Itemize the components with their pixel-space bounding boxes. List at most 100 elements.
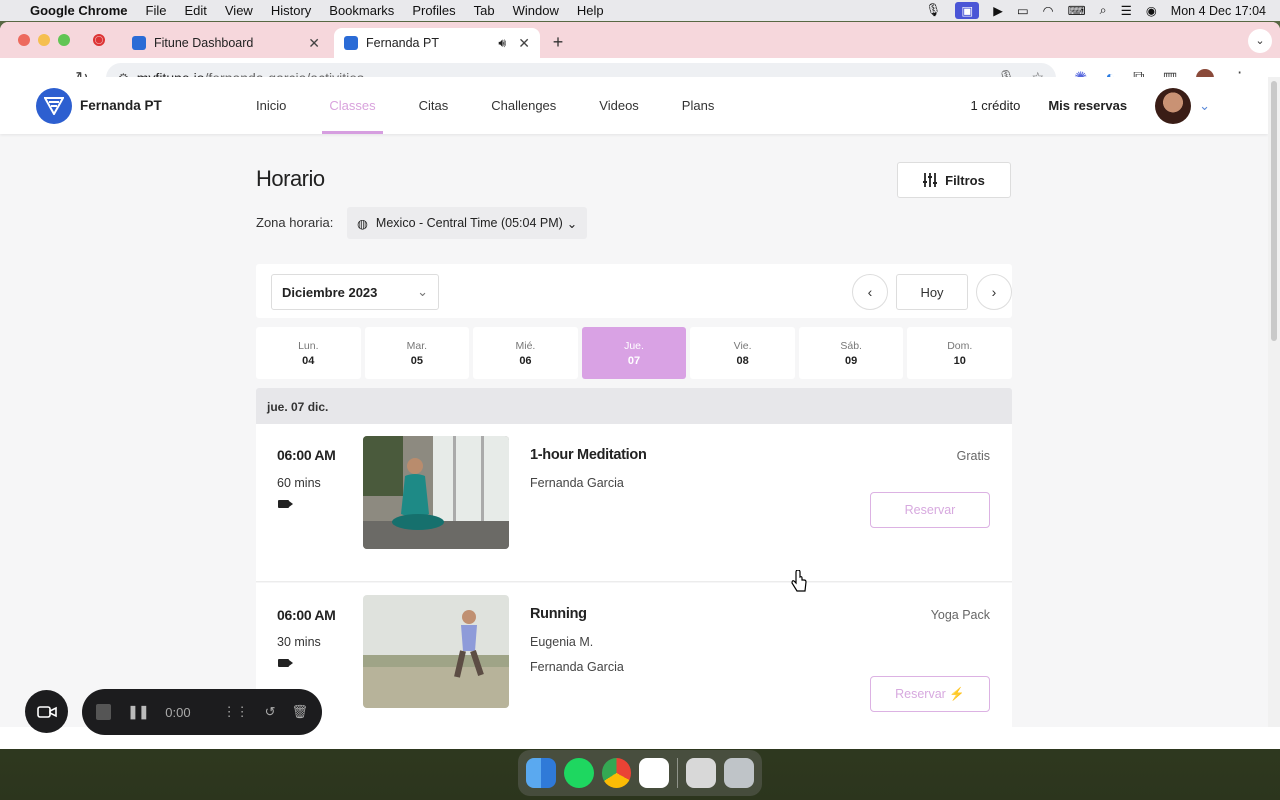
restart-icon[interactable]: ↺ <box>265 704 276 720</box>
menu-view[interactable]: View <box>225 3 253 18</box>
next-week-button[interactable]: › <box>976 274 1012 310</box>
menu-history[interactable]: History <box>271 3 311 18</box>
menu-file[interactable]: File <box>146 3 167 18</box>
menu-tab[interactable]: Tab <box>474 3 495 18</box>
chevron-down-icon: ⌄ <box>417 284 428 299</box>
nav-inicio[interactable]: Inicio <box>256 77 286 134</box>
day-tab-thu-selected[interactable]: Jue. 07 <box>581 327 687 379</box>
nav-classes[interactable]: Classes <box>322 77 383 134</box>
site-navbar: Fernanda PT Inicio Classes Citas Challen… <box>0 77 1268 134</box>
menu-window[interactable]: Window <box>513 3 559 18</box>
minimize-window-button[interactable] <box>38 34 50 46</box>
nav-plans[interactable]: Plans <box>682 77 715 134</box>
hand-cursor-icon <box>791 570 807 592</box>
user-avatar[interactable] <box>1155 87 1192 124</box>
day-tab-wed[interactable]: Mié. 06 <box>473 327 578 379</box>
microphone-icon[interactable]: 🎙 <box>926 3 942 18</box>
nav-citas[interactable]: Citas <box>419 77 449 134</box>
day-name: Mar. <box>406 339 428 352</box>
nav-right: 1 crédito Mis reservas ⌄ <box>970 77 1210 134</box>
video-camera-icon <box>36 705 57 718</box>
class-card[interactable]: 06:00 AM 30 mins Running Eugenia M. Fern… <box>256 583 1012 727</box>
window-controls <box>18 34 70 46</box>
day-name: Dom. <box>947 339 973 352</box>
day-tab-mon[interactable]: Lun. 04 <box>256 327 361 379</box>
grid-icon[interactable]: ⋮⋮ <box>223 704 249 720</box>
menu-edit[interactable]: Edit <box>184 3 206 18</box>
trash-icon[interactable]: 🗑︎ <box>291 704 308 720</box>
day-tab-sun[interactable]: Dom. 10 <box>907 327 1013 379</box>
play-icon[interactable]: ▶ <box>993 3 1003 18</box>
recording-timer: 0:00 <box>165 704 191 720</box>
timezone-label: Zona horaria: <box>256 215 334 230</box>
tab-title: Fernanda PT <box>366 36 439 50</box>
filters-button[interactable]: Filtros <box>897 162 1011 198</box>
tab-fitune-dashboard[interactable]: Fitune Dashboard ✕ <box>122 28 330 58</box>
chrome-icon[interactable] <box>601 758 632 788</box>
brand-logo-icon[interactable] <box>36 87 72 124</box>
tab-strip: Fitune Dashboard ✕ Fernanda PT 🔊︎ ✕ + ⌄ <box>0 22 1280 58</box>
menu-bookmarks[interactable]: Bookmarks <box>329 3 394 18</box>
recorder-camera-button[interactable] <box>25 690 68 733</box>
chevron-down-icon[interactable]: ⌄ <box>1199 98 1210 114</box>
nav-videos[interactable]: Videos <box>599 77 639 134</box>
day-tab-sat[interactable]: Sáb. 09 <box>798 327 904 379</box>
menu-help[interactable]: Help <box>577 3 604 18</box>
recording-indicator-icon <box>93 34 105 46</box>
spotlight-search-icon[interactable]: ⌕ <box>1100 3 1107 18</box>
class-image-meditation <box>363 436 509 549</box>
tab-fernanda-pt[interactable]: Fernanda PT 🔊︎ ✕ <box>334 28 540 58</box>
reserve-button[interactable]: Reservar <box>870 492 990 528</box>
keyboard-icon[interactable]: ⌨ <box>1068 3 1086 18</box>
month-value: Diciembre 2023 <box>282 284 378 300</box>
class-card[interactable]: 06:00 AM 60 mins 1-hour Meditation Ferna… <box>256 424 1012 582</box>
pause-icon[interactable]: ❚❚ <box>127 704 149 720</box>
spotify-icon[interactable] <box>563 758 594 788</box>
today-button[interactable]: Hoy <box>896 274 968 310</box>
day-number: 10 <box>953 354 966 367</box>
timezone-value: Mexico - Central Time (05:04 PM) <box>375 216 563 230</box>
downloads-stack-icon[interactable] <box>686 758 717 788</box>
date-heading: jue. 07 dic. <box>256 388 1012 424</box>
control-center-icon[interactable]: ☰ <box>1121 3 1132 18</box>
day-number: 04 <box>302 354 315 367</box>
scrollbar-thumb[interactable] <box>1271 81 1277 341</box>
reserve-button[interactable]: Reservar ⚡ <box>870 676 990 712</box>
globe-icon: ◍ <box>357 216 368 231</box>
speaker-icon[interactable]: 🔊︎ <box>498 36 506 51</box>
class-name[interactable]: Running <box>530 606 587 622</box>
website-viewport: Fernanda PT Inicio Classes Citas Challen… <box>0 77 1268 727</box>
brand-name[interactable]: Fernanda PT <box>80 98 162 113</box>
class-coach: Fernanda Garcia <box>530 476 624 490</box>
tab-search-button[interactable]: ⌄ <box>1248 29 1272 53</box>
stop-recording-button[interactable] <box>96 704 112 720</box>
nav-challenges[interactable]: Challenges <box>491 77 556 134</box>
week-pager: ‹ Hoy › <box>852 274 1012 310</box>
class-name[interactable]: 1-hour Meditation <box>530 447 647 463</box>
credits-link[interactable]: 1 crédito <box>970 98 1020 113</box>
battery-icon[interactable]: ▭ <box>1017 3 1029 18</box>
month-select[interactable]: Diciembre 2023 ⌄ <box>271 274 439 310</box>
page-title: Horario <box>256 166 325 191</box>
page-scrollbar[interactable] <box>1268 77 1280 727</box>
close-tab-icon[interactable]: ✕ <box>308 35 320 52</box>
day-tab-tue[interactable]: Mar. 05 <box>364 327 470 379</box>
new-tab-button[interactable]: + <box>548 32 568 52</box>
trash-icon[interactable] <box>724 758 754 788</box>
previous-week-button[interactable]: ‹ <box>852 274 888 310</box>
my-reservations-link[interactable]: Mis reservas <box>1048 98 1127 113</box>
finder-icon[interactable] <box>526 758 556 788</box>
slack-icon[interactable] <box>639 758 670 788</box>
day-tab-fri[interactable]: Vie. 08 <box>690 327 795 379</box>
screen-share-icon[interactable]: ▣ <box>955 2 980 19</box>
siri-icon[interactable]: ◉ <box>1146 3 1157 18</box>
menubar-app-name[interactable]: Google Chrome <box>30 3 128 18</box>
menu-profiles[interactable]: Profiles <box>412 3 455 18</box>
class-duration: 30 mins <box>277 635 321 649</box>
timezone-select[interactable]: ◍ Mexico - Central Time (05:04 PM) ⌄ <box>347 207 588 239</box>
zoom-window-button[interactable] <box>58 34 70 46</box>
close-tab-icon[interactable]: ✕ <box>518 35 530 52</box>
close-window-button[interactable] <box>18 34 30 46</box>
menubar-clock[interactable]: Mon 4 Dec 17:04 <box>1171 4 1266 18</box>
wifi-icon[interactable]: ◠ <box>1043 3 1054 18</box>
